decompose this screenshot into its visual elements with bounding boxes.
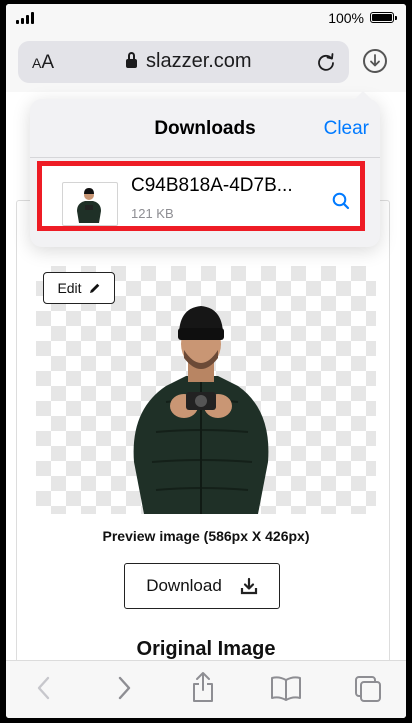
popover-divider [30, 157, 380, 158]
download-button[interactable]: Download [124, 563, 280, 609]
download-tray-icon [240, 577, 257, 595]
address-bar[interactable]: AA slazzer.com [18, 41, 349, 83]
signal-bars-icon [16, 12, 34, 24]
original-image-heading: Original Image [136, 638, 276, 660]
download-arrow-icon [370, 54, 380, 67]
tabs-button[interactable] [354, 675, 382, 703]
pencil-icon [89, 283, 99, 293]
preview-caption: Preview image (586px X 426px) [102, 528, 310, 544]
share-button[interactable] [191, 671, 215, 703]
tabs-icon [355, 676, 381, 702]
bookmarks-button[interactable] [270, 675, 302, 701]
back-button[interactable] [36, 675, 52, 701]
browser-top-bar: AA slazzer.com [6, 32, 406, 92]
cutout-person-image [133, 306, 269, 514]
text-size-large-glyph: A [41, 52, 55, 73]
forward-button[interactable] [116, 675, 132, 701]
status-bar: 100% [6, 4, 406, 32]
download-item[interactable]: C94B818A-4D7B... 121 KB [37, 161, 365, 231]
downloads-popover: Downloads Clear C94B818A-4D7B... 121 KB [30, 91, 380, 247]
url-domain: slazzer.com [146, 50, 252, 72]
battery-icon [370, 12, 397, 23]
text-size-small-glyph: A [32, 55, 42, 71]
text-size-button[interactable]: AA [32, 52, 54, 74]
download-label: Download [146, 576, 222, 595]
download-thumbnail [62, 182, 118, 226]
download-filename: C94B818A-4D7B... [131, 175, 293, 196]
download-filesize: 121 KB [131, 206, 174, 221]
reload-icon[interactable] [316, 52, 336, 72]
browser-toolbar [6, 660, 406, 718]
battery-percentage: 100% [328, 10, 364, 26]
edit-label: Edit [57, 280, 82, 296]
chevron-left-icon [37, 676, 50, 700]
share-icon [193, 672, 213, 702]
downloads-button[interactable] [363, 49, 387, 73]
clear-downloads-button[interactable]: Clear [324, 118, 369, 140]
lock-icon [126, 52, 137, 69]
edit-button[interactable]: Edit [43, 272, 115, 304]
chevron-right-icon [118, 676, 131, 700]
book-icon [271, 676, 301, 701]
magnifying-glass-icon[interactable] [332, 192, 350, 210]
phone-screen: 100% AA slazzer.com Edit Preview image (… [6, 4, 406, 718]
